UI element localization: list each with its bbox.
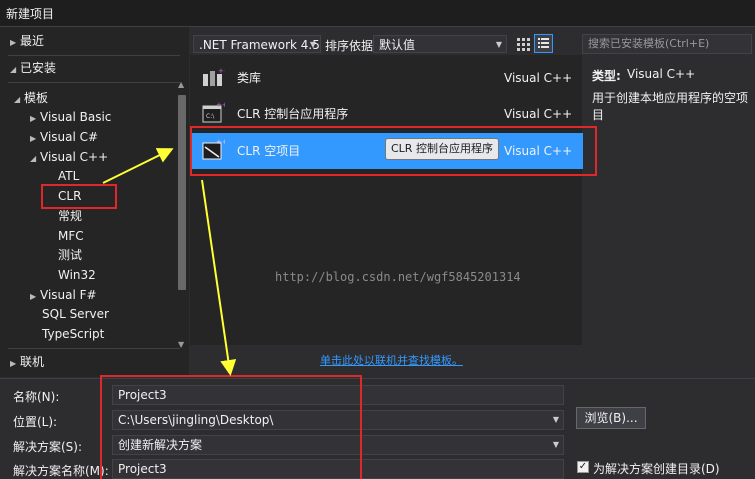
annotation-arrows <box>102 148 237 376</box>
arrow-to-form <box>201 179 237 376</box>
arrow-to-template <box>102 148 174 184</box>
